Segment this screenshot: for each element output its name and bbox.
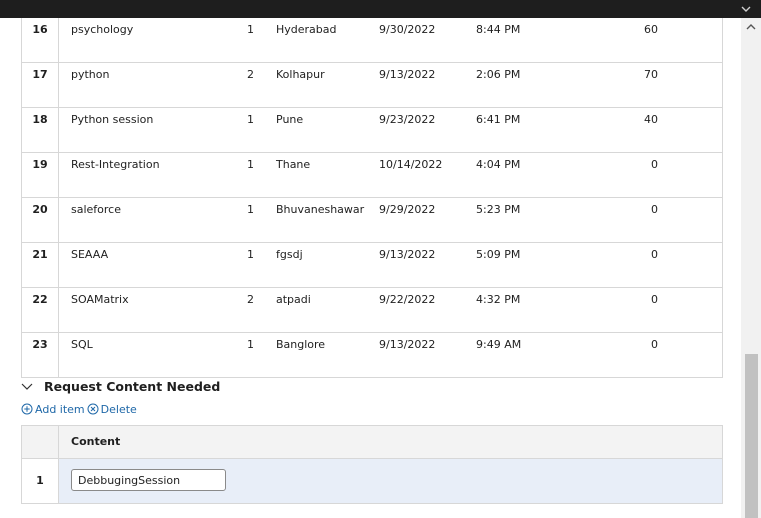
section-header[interactable]: Request Content Needed bbox=[21, 376, 220, 396]
session-value: 0 bbox=[651, 248, 658, 261]
table-row[interactable]: 21 SEAAA 1 fgsdj 9/13/2022 5:09 PM 0 bbox=[22, 243, 722, 288]
session-time: 4:32 PM bbox=[476, 293, 521, 306]
session-city: Bhuvaneshawar bbox=[276, 203, 365, 216]
chevron-down-icon[interactable] bbox=[21, 380, 33, 392]
session-count: 1 bbox=[247, 113, 254, 126]
session-time: 9:49 AM bbox=[476, 338, 522, 351]
content-column-header: Content bbox=[71, 435, 121, 448]
session-value: 60 bbox=[644, 23, 658, 36]
session-name: Python session bbox=[71, 113, 154, 126]
session-value: 70 bbox=[644, 68, 658, 81]
vertical-scrollbar[interactable] bbox=[741, 18, 761, 518]
table-row[interactable]: 16 psychology 1 Hyderabad 9/30/2022 8:44 PM 60 bbox=[22, 18, 722, 63]
session-time: 5:23 PM bbox=[476, 203, 521, 216]
session-name: SEAAA bbox=[71, 248, 109, 261]
session-date: 9/30/2022 bbox=[379, 23, 436, 36]
session-date: 9/13/2022 bbox=[379, 68, 436, 81]
session-count: 1 bbox=[247, 338, 254, 351]
session-value: 0 bbox=[651, 203, 658, 216]
session-count: 1 bbox=[247, 158, 254, 171]
chevron-up-icon[interactable] bbox=[745, 22, 757, 32]
session-time: 4:04 PM bbox=[476, 158, 521, 171]
scrollbar-thumb[interactable] bbox=[745, 354, 758, 518]
session-name: python bbox=[71, 68, 110, 81]
session-date: 9/22/2022 bbox=[379, 293, 436, 306]
session-count: 1 bbox=[247, 203, 254, 216]
session-time: 2:06 PM bbox=[476, 68, 521, 81]
page-content: 16 psychology 1 Hyderabad 9/30/2022 8:44 PM 60… bbox=[0, 18, 741, 518]
row-number: 18 bbox=[22, 108, 59, 152]
content-input[interactable] bbox=[71, 469, 226, 491]
session-name: psychology bbox=[71, 23, 134, 36]
session-date: 9/13/2022 bbox=[379, 248, 436, 261]
session-value: 0 bbox=[651, 338, 658, 351]
row-number: 22 bbox=[22, 288, 59, 332]
session-count: 1 bbox=[247, 23, 254, 36]
add-item-button[interactable]: Add item bbox=[21, 403, 85, 416]
session-time: 5:09 PM bbox=[476, 248, 521, 261]
session-time: 6:41 PM bbox=[476, 113, 521, 126]
session-date: 9/23/2022 bbox=[379, 113, 436, 126]
row-number: 1 bbox=[22, 459, 59, 503]
x-circle-icon bbox=[87, 403, 99, 415]
section-title: Request Content Needed bbox=[44, 378, 221, 394]
session-value: 0 bbox=[651, 158, 658, 171]
row-number-header bbox=[22, 426, 59, 458]
table-row[interactable]: 19 Rest-Integration 1 Thane 10/14/2022 4:04 P… bbox=[22, 153, 722, 198]
table-row[interactable]: 23 SQL 1 Banglore 9/13/2022 9:49 AM 0 bbox=[22, 333, 722, 378]
session-city: Kolhapur bbox=[276, 68, 325, 81]
session-city: Hyderabad bbox=[276, 23, 337, 36]
delete-label: Delete bbox=[100, 402, 137, 416]
session-count: 2 bbox=[247, 293, 254, 306]
row-number: 16 bbox=[22, 18, 59, 62]
session-value: 40 bbox=[644, 113, 658, 126]
session-value: 0 bbox=[651, 293, 658, 306]
session-city: fgsdj bbox=[276, 248, 303, 261]
session-date: 9/13/2022 bbox=[379, 338, 436, 351]
session-name: SOAMatrix bbox=[71, 293, 129, 306]
row-number: 21 bbox=[22, 243, 59, 287]
chevron-down-icon[interactable] bbox=[740, 3, 752, 15]
session-name: saleforce bbox=[71, 203, 121, 216]
session-city: Thane bbox=[276, 158, 311, 171]
session-count: 1 bbox=[247, 248, 254, 261]
row-number: 17 bbox=[22, 63, 59, 107]
session-city: atpadi bbox=[276, 293, 311, 306]
table-row[interactable]: 18 Python session 1 Pune 9/23/2022 6:41 PM 40 bbox=[22, 108, 722, 153]
session-count: 2 bbox=[247, 68, 254, 81]
row-number: 20 bbox=[22, 198, 59, 242]
top-bar bbox=[0, 0, 761, 18]
sessions-table: 16 psychology 1 Hyderabad 9/30/2022 8:44 PM 60… bbox=[21, 18, 723, 378]
session-time: 8:44 PM bbox=[476, 23, 521, 36]
delete-button[interactable]: Delete bbox=[87, 403, 137, 416]
session-city: Banglore bbox=[276, 338, 326, 351]
content-actions: Add item Delete bbox=[21, 401, 137, 417]
add-item-label: Add item bbox=[35, 402, 85, 416]
table-row[interactable]: 1 bbox=[22, 459, 722, 503]
table-row[interactable]: 22 SOAMatrix 2 atpadi 9/22/2022 4:32 PM 0 bbox=[22, 288, 722, 333]
table-row[interactable]: 20 saleforce 1 Bhuvaneshawar 9/29/2022 5:23 P… bbox=[22, 198, 722, 243]
content-table-header: Content bbox=[22, 426, 722, 459]
session-date: 9/29/2022 bbox=[379, 203, 436, 216]
session-date: 10/14/2022 bbox=[379, 158, 443, 171]
row-number: 23 bbox=[22, 333, 59, 377]
session-name: Rest-Integration bbox=[71, 158, 160, 171]
table-row[interactable]: 17 python 2 Kolhapur 9/13/2022 2:06 PM 70 bbox=[22, 63, 722, 108]
session-city: Pune bbox=[276, 113, 304, 126]
plus-circle-icon bbox=[21, 403, 33, 415]
content-table: Content 1 bbox=[21, 425, 723, 504]
row-number: 19 bbox=[22, 153, 59, 197]
session-name: SQL bbox=[71, 338, 93, 351]
